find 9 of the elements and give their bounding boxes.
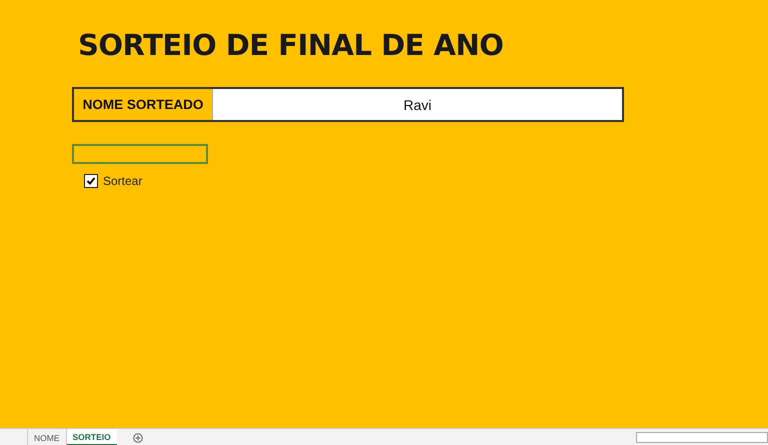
- checkbox-label: Sortear: [103, 174, 142, 188]
- sheet-title: SORTEIO DE FINAL DE ANO: [78, 28, 504, 62]
- table-cell-text: Ravi: [402, 96, 432, 114]
- selected-cell[interactable]: [72, 144, 208, 164]
- horizontal-scrollbar[interactable]: [636, 432, 768, 443]
- checkbox[interactable]: [84, 174, 98, 188]
- table-cell: NOME SORTEADO: [74, 89, 213, 120]
- sheet-tab[interactable]: SORTEIO: [66, 429, 117, 445]
- add-sheet-icon[interactable]: [132, 432, 143, 442]
